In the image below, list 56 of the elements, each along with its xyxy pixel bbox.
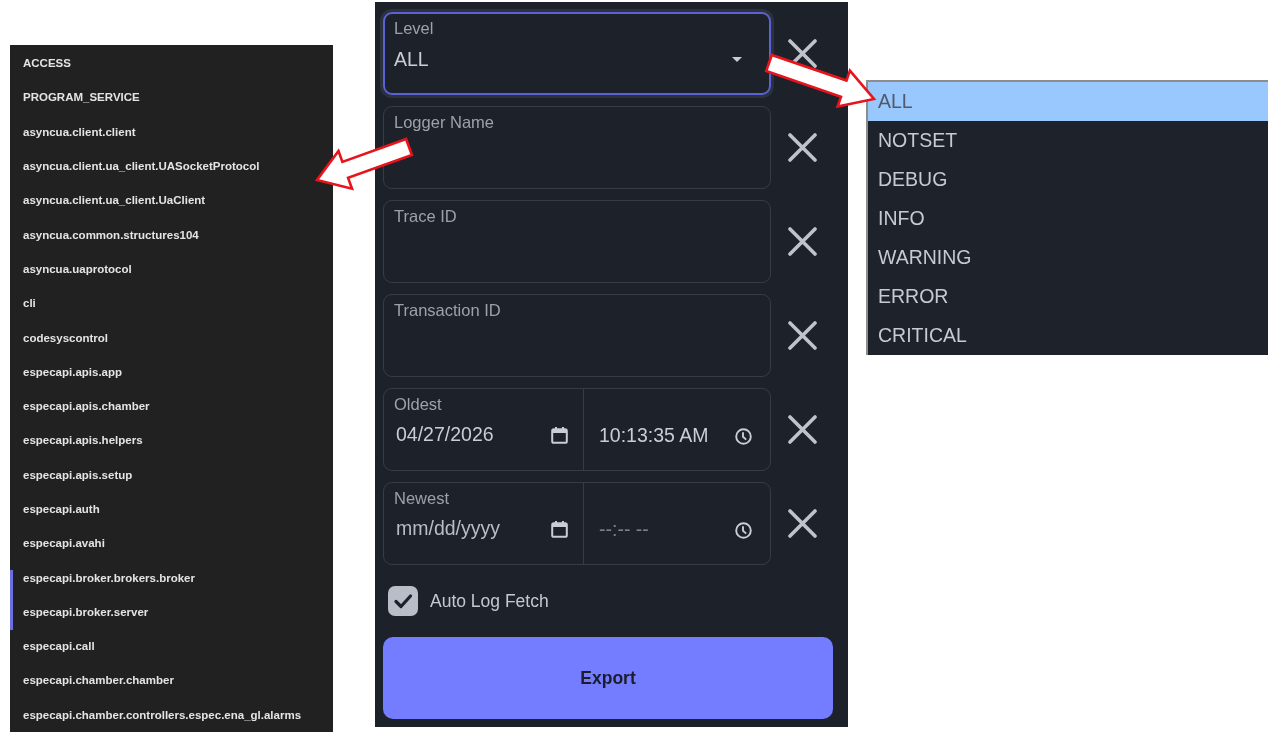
dropdown-option[interactable]: ALL: [868, 82, 1268, 121]
logger-list-item[interactable]: especapi.broker.brokers.broker: [23, 569, 195, 586]
close-icon[interactable]: [788, 509, 817, 538]
text-field[interactable]: Logger Name: [383, 106, 771, 189]
logger-list-item[interactable]: asyncua.uaprotocol: [23, 260, 132, 277]
logger-list-item[interactable]: especapi.apis.setup: [23, 466, 133, 483]
logger-list-item[interactable]: especapi.apis.app: [23, 363, 123, 380]
logger-list-item[interactable]: especapi.chamber.controllers.espec.ena_gl.alarms: [23, 706, 302, 723]
dropdown-option[interactable]: INFO: [868, 199, 1268, 238]
text-field[interactable]: Transaction ID: [383, 294, 771, 377]
logger-list-item[interactable]: especapi.call: [23, 638, 95, 655]
date-input[interactable]: 04/27/2026: [394, 421, 545, 449]
checkbox[interactable]: [388, 586, 418, 616]
scroll-thumb[interactable]: [10, 570, 13, 630]
calendar-icon[interactable]: [551, 520, 568, 538]
logger-list-item[interactable]: especapi.auth: [23, 501, 100, 517]
logger-list-item[interactable]: PROGRAM_SERVICE: [23, 89, 140, 106]
field-label: Trace ID: [394, 206, 457, 226]
dropdown-option[interactable]: ERROR: [868, 277, 1268, 316]
logger-list-item[interactable]: asyncua.client.client: [23, 123, 136, 140]
logger-list-item[interactable]: especapi.chamber.chamber: [23, 672, 174, 689]
dropdown-option[interactable]: WARNING: [868, 238, 1268, 277]
clock-icon[interactable]: [735, 427, 752, 445]
logger-list-item[interactable]: ACCESS: [23, 55, 71, 72]
close-icon[interactable]: [788, 39, 817, 68]
logger-list-item[interactable]: asyncua.client.ua_client.UASocketProtocol: [23, 158, 260, 175]
close-icon[interactable]: [788, 133, 817, 162]
calendar-icon[interactable]: [551, 426, 568, 444]
export-button[interactable]: Export: [383, 637, 833, 719]
time-input[interactable]: 10:13:35 AM: [597, 422, 729, 450]
logger-list-item[interactable]: especapi.broker.server: [23, 603, 149, 620]
logger-list-item[interactable]: especapi.avahi: [23, 535, 105, 552]
field-label: Level: [394, 18, 434, 38]
close-icon[interactable]: [788, 415, 817, 444]
caret-icon[interactable]: [732, 56, 742, 62]
logger-list-item[interactable]: asyncua.common.structures104: [23, 226, 199, 243]
field-label: Logger Name: [394, 112, 494, 132]
text-field[interactable]: Trace ID: [383, 200, 771, 283]
time-input[interactable]: --:-- --: [597, 516, 729, 544]
select-field[interactable]: Level ALL: [383, 12, 771, 95]
field-label: Transaction ID: [394, 300, 501, 320]
dropdown-option[interactable]: CRITICAL: [868, 316, 1268, 355]
field-label: Newest: [394, 488, 450, 508]
close-icon[interactable]: [788, 321, 817, 350]
dropdown-option[interactable]: NOTSET: [868, 121, 1268, 160]
logger-list-item[interactable]: especapi.apis.helpers: [23, 432, 143, 449]
checkbox-label: Auto Log Fetch: [430, 589, 549, 613]
logger-list-item[interactable]: cli: [23, 295, 36, 312]
logger-list-item[interactable]: asyncua.client.ua_client.UaClient: [23, 192, 206, 209]
dropdown-option[interactable]: DEBUG: [868, 160, 1268, 199]
field-label: Oldest: [394, 394, 442, 414]
clock-icon[interactable]: [735, 521, 752, 539]
logger-list-item[interactable]: codesyscontrol: [23, 329, 108, 346]
close-icon[interactable]: [788, 227, 817, 256]
logger-list-item[interactable]: especapi.apis.chamber: [23, 398, 150, 415]
date-input[interactable]: mm/dd/yyyy: [394, 515, 545, 543]
